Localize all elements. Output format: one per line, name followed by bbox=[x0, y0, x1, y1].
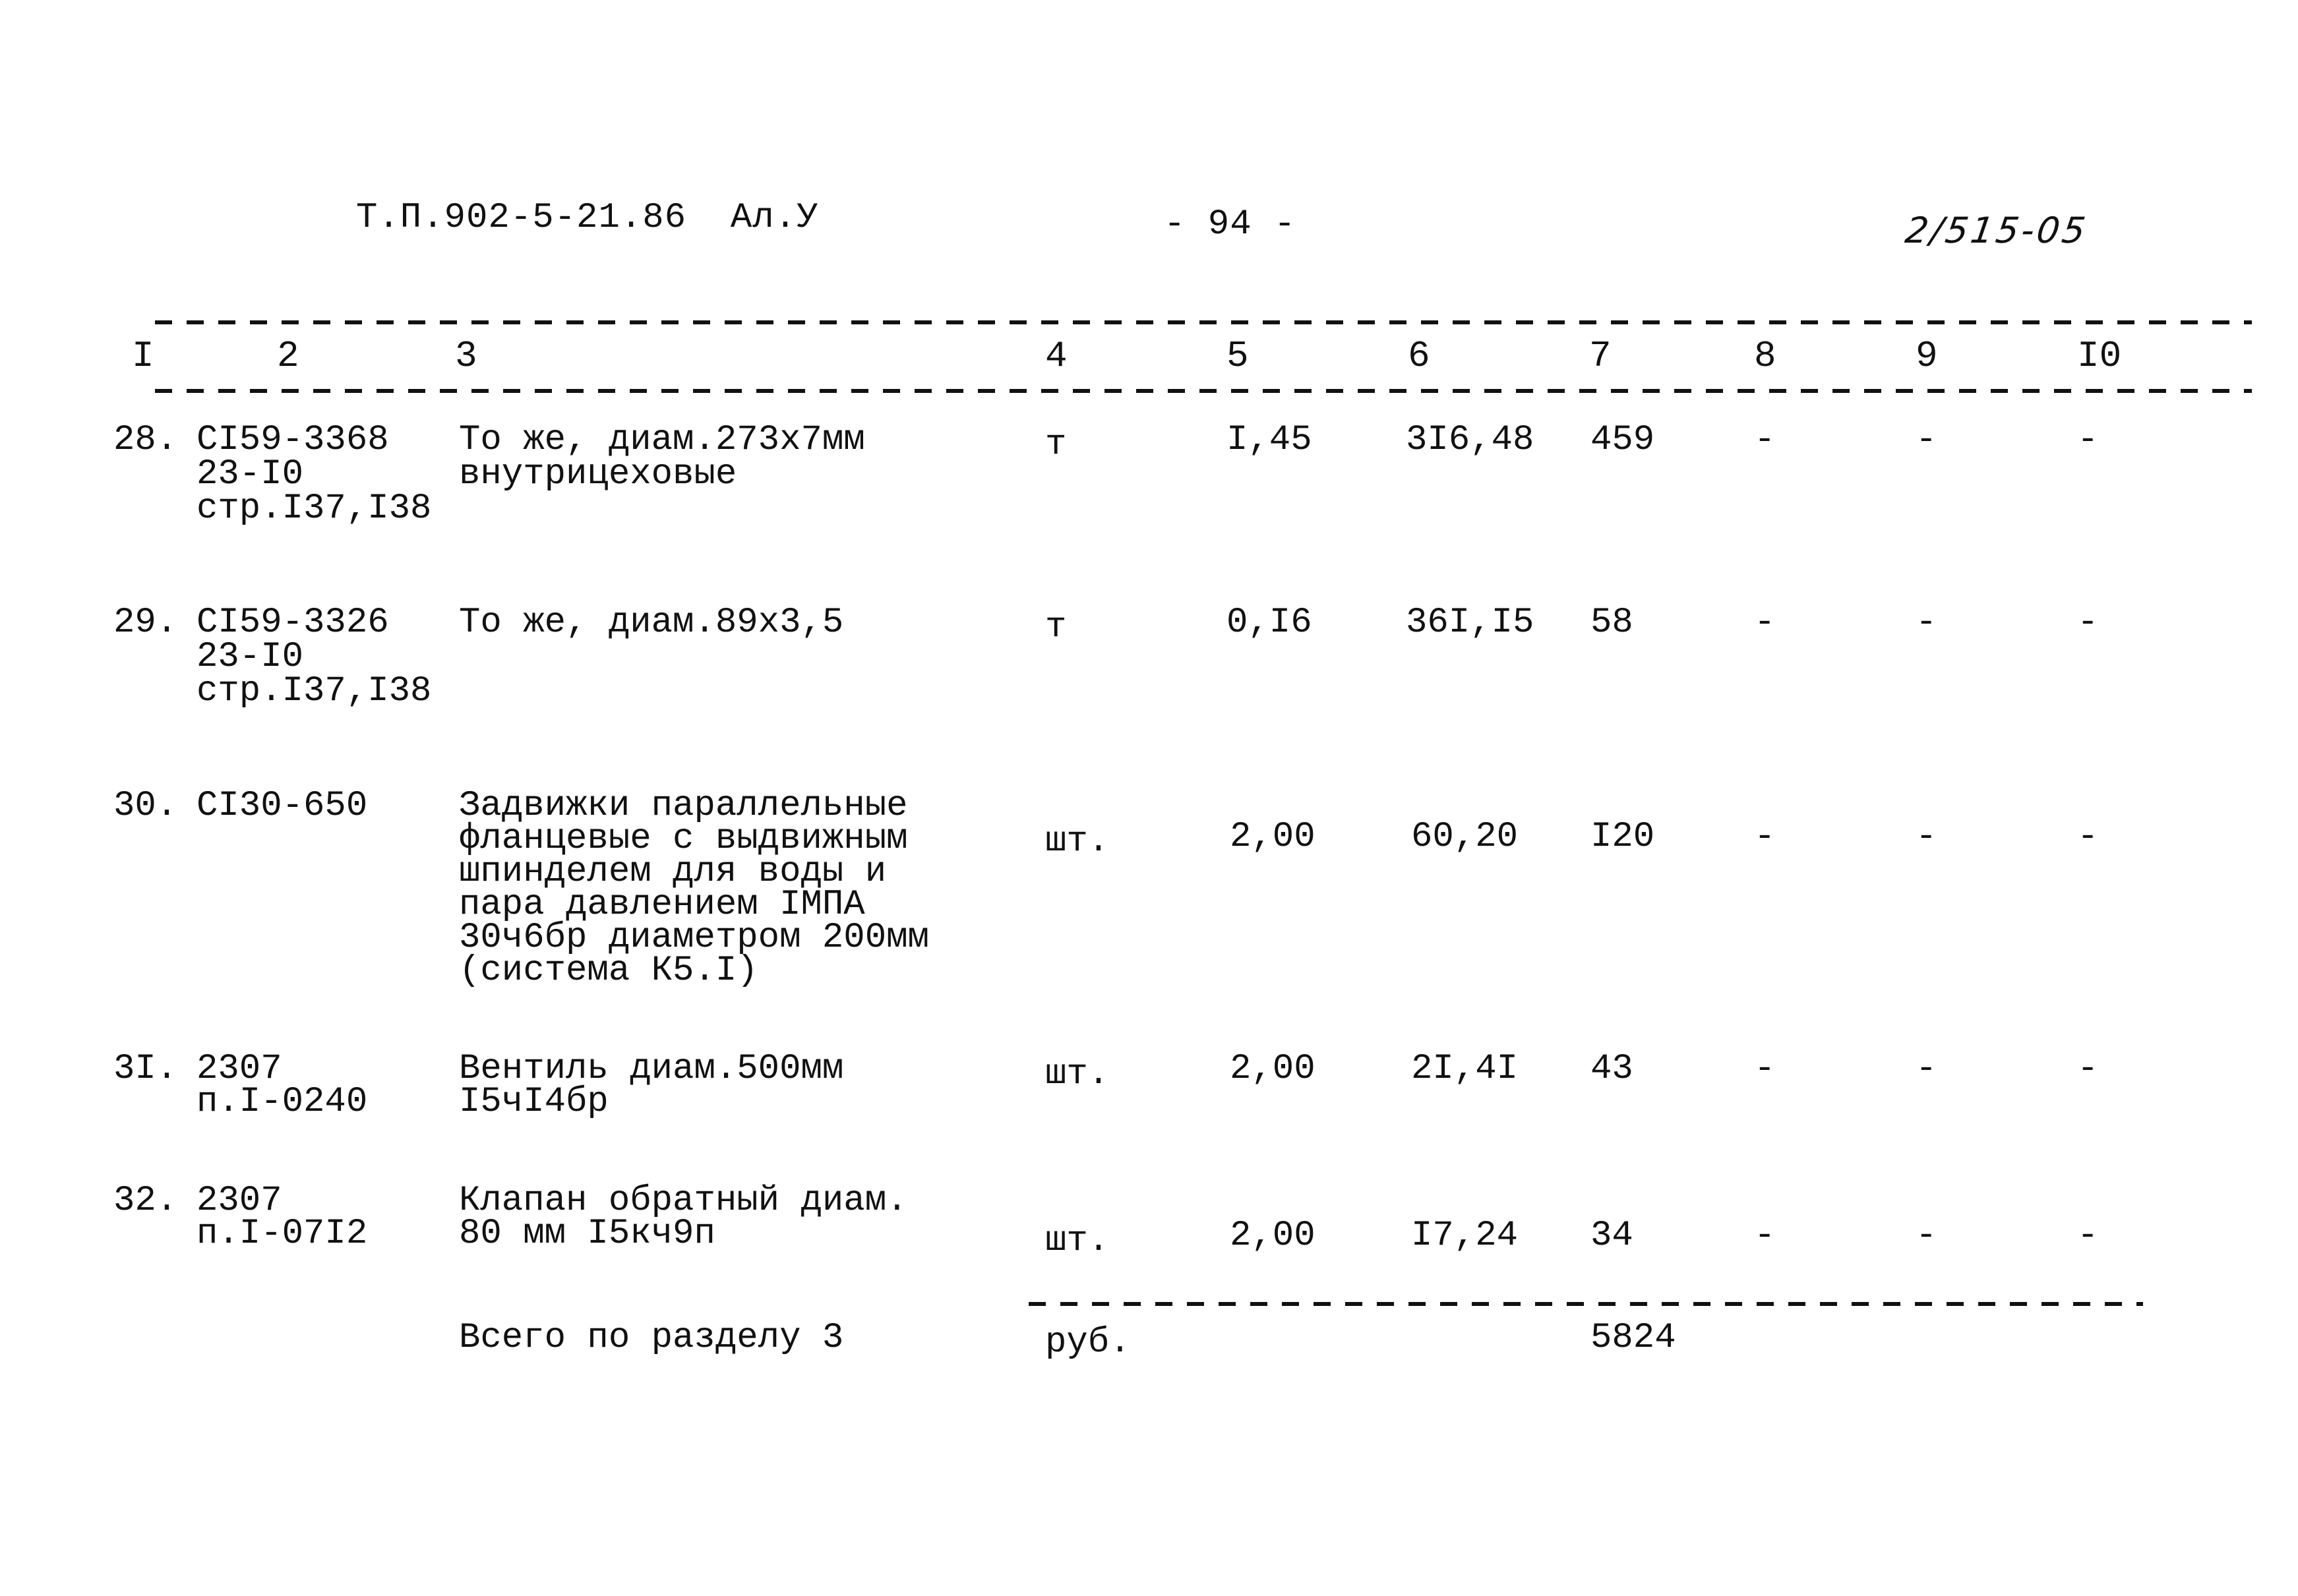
summary-unit: руб. bbox=[1045, 1322, 1131, 1363]
total-cost: 34 bbox=[1590, 1216, 1633, 1256]
description: шпинделем для воды и bbox=[459, 852, 887, 892]
unit-price: I7,24 bbox=[1411, 1216, 1519, 1256]
document-code: Т.П.902-5-21.86 Ал.У bbox=[356, 198, 819, 238]
unit-price: 36I,I5 bbox=[1406, 603, 1534, 643]
description: Клапан обратный диам. bbox=[459, 1181, 908, 1221]
summary-total: 5824 bbox=[1590, 1318, 1676, 1358]
summary-label: Всего по разделу 3 bbox=[459, 1318, 844, 1358]
page-number: - 94 - bbox=[1164, 204, 1296, 245]
unit: т bbox=[1045, 425, 1067, 465]
col-header-3: 3 bbox=[455, 335, 477, 377]
description: фланцевые с выдвижным bbox=[459, 819, 908, 859]
description: 80 мм I5кч9п bbox=[459, 1214, 715, 1254]
col-header-6: 6 bbox=[1408, 335, 1430, 377]
col9-value: - bbox=[1916, 1049, 1937, 1089]
col-header-2: 2 bbox=[277, 335, 299, 377]
row-number: 29. bbox=[113, 603, 178, 643]
total-cost: 43 bbox=[1590, 1049, 1633, 1089]
col8-value: - bbox=[1754, 1049, 1776, 1089]
quantity: 0,I6 bbox=[1226, 603, 1312, 643]
header-top-rule bbox=[155, 320, 2252, 324]
col-header-4: 4 bbox=[1045, 335, 1068, 377]
description: То же, диам.89х3,5 bbox=[459, 603, 844, 643]
col-header-7: 7 bbox=[1589, 335, 1612, 377]
description: пара давлением IМПА bbox=[459, 885, 865, 925]
resource-code: стр.I37,I38 bbox=[197, 671, 432, 711]
description: То же, диам.273х7мм bbox=[459, 420, 865, 460]
col-header-9: 9 bbox=[1916, 335, 1938, 377]
resource-code: 23-I0 bbox=[197, 454, 304, 494]
resource-code: 2307 bbox=[197, 1049, 282, 1089]
description: I5чI4бр bbox=[459, 1082, 609, 1122]
col10-value: - bbox=[2077, 603, 2099, 643]
unit: т bbox=[1045, 607, 1067, 647]
resource-code: СI59-3368 bbox=[197, 420, 389, 460]
unit: шт. bbox=[1045, 1054, 1110, 1094]
resource-code: п.I-0240 bbox=[197, 1082, 368, 1122]
col10-value: - bbox=[2077, 817, 2099, 857]
col8-value: - bbox=[1754, 1216, 1776, 1256]
col-header-5: 5 bbox=[1226, 335, 1249, 377]
description: Задвижки параллельные bbox=[459, 786, 908, 826]
col8-value: - bbox=[1754, 420, 1776, 460]
col9-value: - bbox=[1916, 603, 1937, 643]
col8-value: - bbox=[1754, 603, 1776, 643]
description: 30ч6бр диаметром 200мм bbox=[459, 918, 929, 958]
col9-value: - bbox=[1916, 1216, 1937, 1256]
description: Вентиль диам.500мм bbox=[459, 1049, 844, 1089]
total-cost: 58 bbox=[1590, 603, 1633, 643]
row-number: 30. bbox=[113, 786, 178, 826]
total-cost: 459 bbox=[1590, 420, 1655, 460]
resource-code: стр.I37,I38 bbox=[197, 488, 432, 529]
unit: шт. bbox=[1045, 821, 1110, 862]
quantity: 2,00 bbox=[1230, 1049, 1315, 1089]
archive-stamp: 2/515-05 bbox=[1902, 210, 2091, 251]
unit-price: 2I,4I bbox=[1411, 1049, 1519, 1089]
header-bottom-rule bbox=[155, 389, 2252, 393]
summary-rule bbox=[1029, 1302, 2143, 1306]
description: внутрицеховые bbox=[459, 454, 737, 494]
col10-value: - bbox=[2077, 1216, 2099, 1256]
quantity: 2,00 bbox=[1230, 817, 1315, 857]
col9-value: - bbox=[1916, 817, 1937, 857]
unit-price: 60,20 bbox=[1411, 817, 1519, 857]
resource-code: 2307 bbox=[197, 1181, 282, 1221]
unit-price: 3I6,48 bbox=[1406, 420, 1534, 460]
col10-value: - bbox=[2077, 420, 2099, 460]
col8-value: - bbox=[1754, 817, 1776, 857]
resource-code: СI30-650 bbox=[197, 786, 368, 826]
row-number: 32. bbox=[113, 1181, 178, 1221]
description: (система К5.I) bbox=[459, 951, 758, 991]
resource-code: СI59-3326 bbox=[197, 603, 389, 643]
col-header-1: I bbox=[132, 335, 154, 377]
row-number: 3I. bbox=[113, 1049, 178, 1089]
resource-code: 23-I0 bbox=[197, 637, 304, 677]
col-header-8: 8 bbox=[1754, 335, 1776, 377]
unit: шт. bbox=[1045, 1221, 1110, 1261]
total-cost: I20 bbox=[1590, 817, 1655, 857]
quantity: 2,00 bbox=[1230, 1216, 1315, 1256]
col10-value: - bbox=[2077, 1049, 2099, 1089]
quantity: I,45 bbox=[1226, 420, 1312, 460]
col9-value: - bbox=[1916, 420, 1937, 460]
col-header-10: I0 bbox=[2077, 335, 2122, 377]
resource-code: п.I-07I2 bbox=[197, 1214, 368, 1254]
row-number: 28. bbox=[113, 420, 178, 460]
